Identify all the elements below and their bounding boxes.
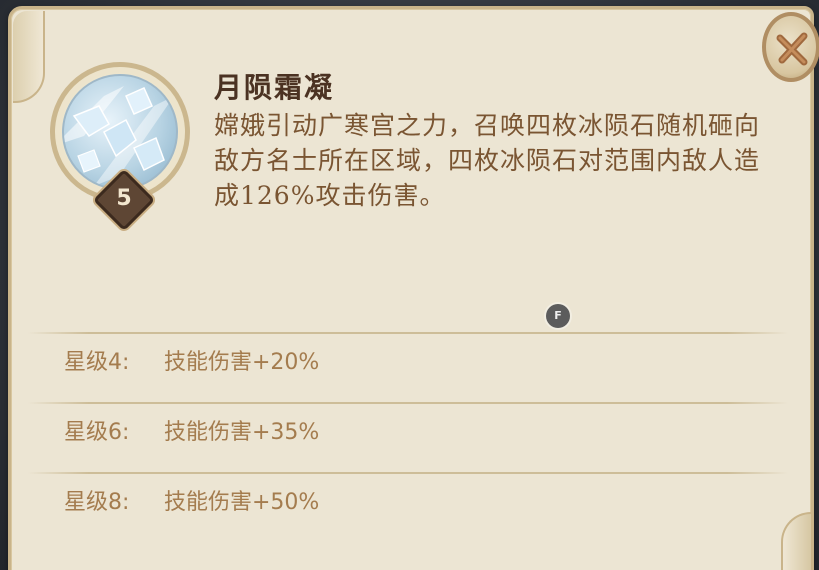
star-level-label: 星级4: <box>64 350 130 375</box>
star-level-effect: 技能伤害+35% <box>164 420 320 445</box>
skill-name: 月陨霜凝 <box>214 71 335 104</box>
star-level-row: 星级6: 技能伤害+35% <box>64 410 319 450</box>
scroll-curl-top-left <box>13 11 45 103</box>
close-icon <box>776 32 808 66</box>
star-level-label: 星级6: <box>64 420 130 445</box>
skill-level-number: 5 <box>116 186 132 211</box>
skill-detail-screen: 5 月陨霜凝 嫦娥引动广寒宫之力，召唤四枚冰陨石随机砸向敌方名士所在区域，四枚冰… <box>0 0 819 570</box>
skill-description: 嫦娥引动广寒宫之力，召唤四枚冰陨石随机砸向敌方名士所在区域，四枚冰陨石对范围内敌… <box>214 111 761 210</box>
divider <box>28 402 788 404</box>
star-level-effect: 技能伤害+50% <box>164 490 320 515</box>
star-level-label: 星级8: <box>64 490 130 515</box>
scroll-curl-bottom-right <box>781 512 811 570</box>
divider <box>28 472 788 474</box>
star-level-row: 星级4: 技能伤害+20% <box>64 340 319 380</box>
keyboard-hint-badge: F <box>546 304 570 328</box>
star-level-row: 星级8: 技能伤害+50% <box>64 480 319 520</box>
star-level-effect: 技能伤害+20% <box>164 350 320 375</box>
skill-icon-frame: 5 <box>50 62 195 232</box>
divider <box>28 332 788 334</box>
close-button[interactable] <box>762 12 819 82</box>
